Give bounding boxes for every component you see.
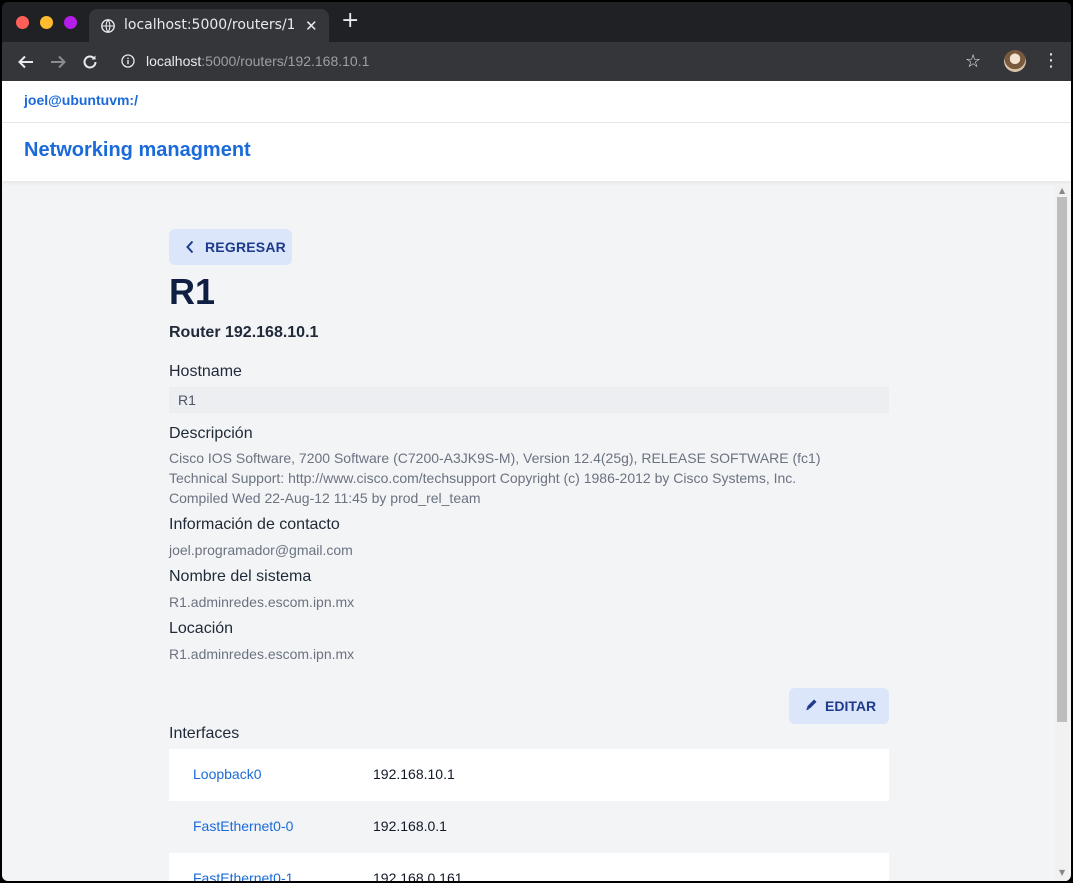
hostname-value: R1	[178, 392, 196, 408]
avatar[interactable]	[1004, 50, 1026, 72]
page-scrollbar[interactable]: ▲ ▼	[1055, 184, 1069, 881]
interface-row: FastEthernet0-0 192.168.0.1	[169, 801, 889, 853]
star-icon[interactable]: ☆	[965, 51, 981, 72]
hostname-field: R1	[169, 387, 889, 413]
edit-button-label: EDITAR	[825, 698, 877, 714]
kebab-menu-icon[interactable]: ⋮	[1042, 52, 1060, 70]
info-icon[interactable]	[121, 54, 135, 68]
interface-link[interactable]: FastEthernet0-0	[193, 818, 293, 834]
browser-toolbar: localhost:5000/routers/192.168.10.1 ☆ ⋮	[2, 42, 1071, 81]
tab-title: localhost:5000/routers/192.168.10.1	[124, 17, 294, 33]
description-label: Descripción	[169, 425, 253, 442]
contact-label: Información de contacto	[169, 516, 340, 533]
forward-arrow-icon[interactable]	[49, 53, 67, 71]
description-line: Technical Support: http://www.cisco.com/…	[169, 470, 797, 486]
scroll-down-icon[interactable]: ▼	[1059, 868, 1065, 877]
interface-ip: 192.168.0.161	[373, 870, 463, 881]
browser-window: localhost:5000/routers/192.168.10.1 ✕ + …	[2, 2, 1071, 881]
location-value: R1.adminredes.escom.ipn.mx	[169, 646, 355, 662]
page-viewport: joel@ubuntuvm:/ Networking managment ▲ ▼…	[2, 81, 1071, 881]
interface-ip: 192.168.0.1	[373, 818, 447, 834]
url-host: localhost	[146, 53, 202, 69]
hostname-label: Hostname	[169, 363, 242, 380]
edit-button[interactable]: EDITAR	[789, 688, 889, 724]
close-window-button[interactable]	[16, 16, 29, 29]
back-button-label: REGRESAR	[205, 239, 286, 255]
page-title: R1	[169, 271, 216, 312]
pencil-icon	[806, 699, 817, 711]
url-path: :5000/routers/192.168.10.1	[201, 53, 370, 69]
contact-value: joel.programador@gmail.com	[169, 542, 353, 558]
interface-ip: 192.168.10.1	[373, 766, 455, 782]
minimize-window-button[interactable]	[40, 16, 53, 29]
location-label: Locación	[169, 620, 234, 637]
description-line: Compiled Wed 22-Aug-12 11:45 by prod_rel…	[169, 490, 481, 506]
interface-link[interactable]: Loopback0	[193, 766, 262, 782]
globe-icon	[101, 19, 115, 33]
top-bar: joel@ubuntuvm:/	[2, 81, 1071, 123]
tab-strip: localhost:5000/routers/192.168.10.1 ✕ +	[2, 2, 1071, 42]
user-prompt[interactable]: joel@ubuntuvm:/	[24, 92, 138, 108]
sysname-label: Nombre del sistema	[169, 568, 312, 585]
back-button[interactable]: REGRESAR	[169, 229, 292, 265]
maximize-window-button[interactable]	[64, 16, 77, 29]
new-tab-button[interactable]: +	[341, 10, 359, 32]
sysname-value: R1.adminredes.escom.ipn.mx	[169, 594, 355, 610]
interfaces-label: Interfaces	[169, 725, 240, 742]
scrollbar-thumb[interactable]	[1057, 197, 1067, 722]
interface-row: FastEthernet0-1 192.168.0.161	[169, 853, 889, 881]
back-arrow-icon[interactable]	[17, 53, 35, 71]
description-line: Cisco IOS Software, 7200 Software (C7200…	[169, 450, 821, 466]
page-subtitle: Router 192.168.10.1	[169, 324, 319, 341]
chevron-left-icon	[186, 240, 194, 254]
scroll-up-icon[interactable]: ▲	[1059, 186, 1065, 195]
address-bar[interactable]: localhost:5000/routers/192.168.10.1	[146, 53, 369, 69]
browser-tab[interactable]: localhost:5000/routers/192.168.10.1 ✕	[89, 9, 329, 42]
app-brand[interactable]: Networking managment	[24, 139, 251, 162]
interface-row: Loopback0 192.168.10.1	[169, 749, 889, 801]
interface-link[interactable]: FastEthernet0-1	[193, 870, 293, 881]
close-tab-icon[interactable]: ✕	[305, 17, 318, 35]
reload-icon[interactable]	[81, 53, 99, 71]
app-header: Networking managment	[2, 123, 1071, 181]
